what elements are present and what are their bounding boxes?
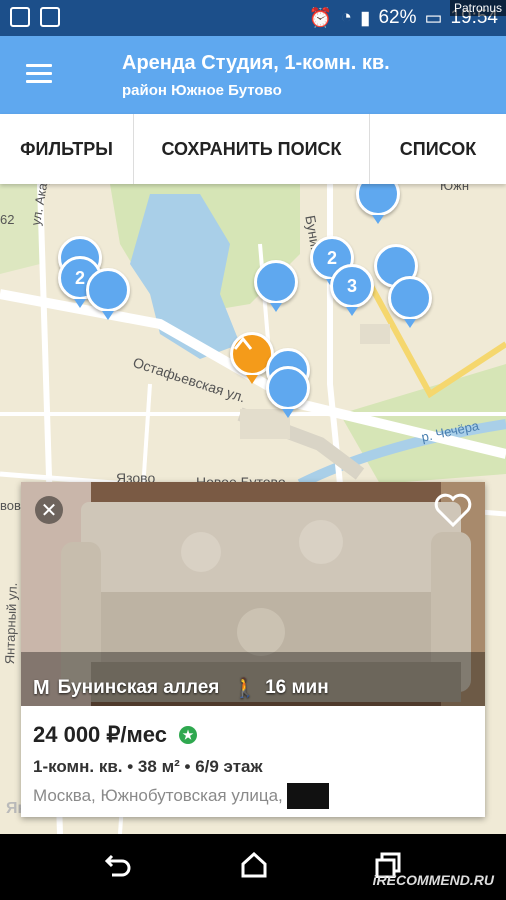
status-bar: ⏰ ◔ ▮ 62% ▭ 19:54 Patronus [0,0,506,36]
map-pin[interactable] [86,268,130,312]
briefcase-icon [40,7,60,27]
map-pin[interactable] [266,366,310,410]
home-nav-icon [241,851,267,878]
map-label: Янтарный ул. [2,582,20,665]
walk-time: 16 мин [265,677,329,698]
back-icon [104,854,131,877]
wifi-icon: ◔ [340,7,352,28]
listing-price: 24 000 ₽/мес [33,722,167,747]
listing-card[interactable]: ✕ M Бунинская аллея 🚶 16 мин 24 000 ₽/ме… [21,482,485,817]
listing-address: Москва, Южнобутовская улица, [33,786,283,805]
battery-label: 62% [378,7,417,28]
close-button[interactable]: ✕ [35,496,63,524]
app-bar: Аренда Студия, 1-комн. кв. район Южное Б… [0,36,506,114]
battery-icon: ▭ [424,7,443,29]
notification-icon [10,7,30,27]
save-search-button[interactable]: СОХРАНИТЬ ПОИСК [134,114,370,184]
home-icon [233,336,253,350]
map-label: вов [0,498,21,513]
page-subtitle: район Южное Бутово [122,82,282,99]
home-button[interactable] [240,851,268,883]
filters-button[interactable]: ФИЛЬТРЫ [0,114,134,184]
page-title: Аренда Студия, 1-комн. кв. [122,52,390,74]
alarm-icon: ⏰ [308,8,333,29]
metro-info: M Бунинская аллея 🚶 16 мин [33,676,329,700]
map-pin[interactable] [254,260,298,304]
listing-price-row: 24 000 ₽/мес ★ [33,722,197,748]
recommend-watermark: iRECOMMEND.RU [372,872,494,888]
menu-icon [26,64,52,67]
favorite-button[interactable] [433,492,473,533]
back-button[interactable] [104,852,132,883]
map-label: 62 [0,212,15,227]
list-button[interactable]: СПИСОК [370,114,506,184]
heart-icon [434,493,472,528]
watermark-label: Patronus [449,0,506,16]
metro-icon: M [33,676,50,699]
walk-icon: 🚶 [233,678,258,699]
signal-icon: ▮ [360,7,371,29]
map-pin[interactable] [388,276,432,320]
menu-button[interactable] [26,64,52,84]
listing-photo[interactable]: ✕ M Бунинская аллея 🚶 16 мин [21,482,485,706]
verified-badge-icon: ★ [178,726,197,744]
system-nav-bar: iRECOMMEND.RU [0,834,506,900]
sofa-image [21,482,485,706]
action-tabs: ФИЛЬТРЫ СОХРАНИТЬ ПОИСК СПИСОК [0,114,506,184]
map-pin-cluster[interactable]: 3 [330,264,374,308]
metro-station: Бунинская аллея [57,677,220,698]
listing-address-row: Москва, Южнобутовская улица, [33,783,329,809]
map-label: Южн [440,184,470,193]
redacted-block [286,783,329,809]
listing-details: 1-комн. кв. • 38 м² • 6/9 этаж [33,757,263,776]
